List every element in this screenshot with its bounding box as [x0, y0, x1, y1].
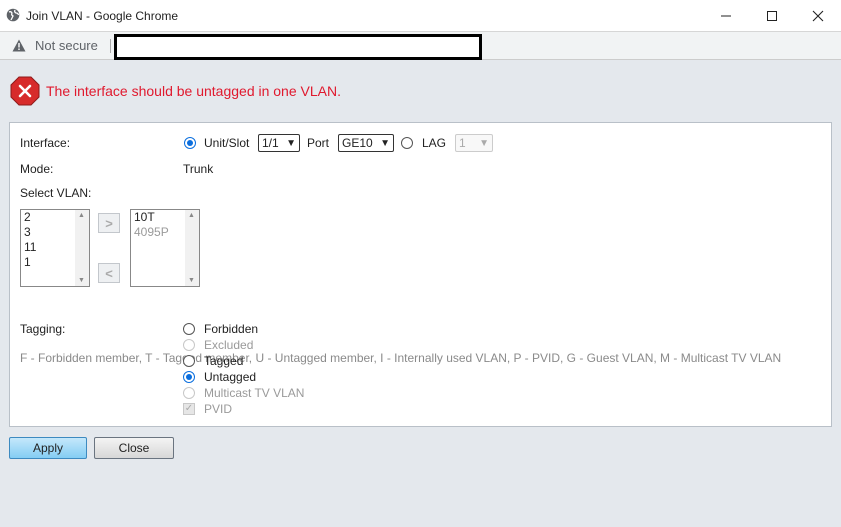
move-left-button[interactable]: <	[98, 263, 120, 283]
scrollbar[interactable]: ▲ ▼	[185, 210, 199, 286]
chevron-right-icon: >	[105, 215, 113, 231]
mode-value: Trunk	[183, 162, 214, 176]
unit-slot-select[interactable]: 1/1 ▼	[258, 134, 300, 152]
join-vlan-form: Interface: Unit/Slot 1/1 ▼ Port GE10 ▼ L…	[9, 122, 832, 427]
tagged-label: Tagged	[204, 354, 244, 368]
port-select[interactable]: GE10 ▼	[338, 134, 394, 152]
dialog-content: The interface should be untagged in one …	[0, 60, 841, 527]
unit-slot-label: Unit/Slot	[204, 136, 250, 150]
chevron-down-icon: ▼	[286, 138, 296, 149]
minimize-button[interactable]	[703, 0, 749, 31]
error-icon	[10, 76, 40, 106]
title-bar: Join VLAN - Google Chrome	[0, 0, 841, 32]
chevron-down-icon: ▼	[380, 138, 390, 149]
tagging-label: Tagging:	[20, 322, 66, 336]
tagged-radio[interactable]	[183, 355, 195, 367]
port-value: GE10	[342, 136, 373, 150]
unit-slot-value: 1/1	[262, 136, 279, 150]
excluded-label: Excluded	[204, 338, 254, 352]
close-button[interactable]: Close	[94, 437, 174, 459]
minimize-icon	[721, 15, 731, 16]
address-bar: Not secure	[0, 32, 841, 60]
pvid-label: PVID	[204, 402, 233, 416]
forbidden-radio[interactable]	[183, 323, 195, 335]
mode-label: Mode:	[20, 162, 54, 176]
scroll-up-icon: ▲	[78, 212, 85, 219]
chevron-left-icon: <	[105, 265, 113, 281]
scroll-down-icon: ▼	[188, 277, 195, 284]
error-message: The interface should be untagged in one …	[46, 83, 341, 99]
scrollbar[interactable]: ▲ ▼	[75, 210, 89, 286]
maximize-button[interactable]	[749, 0, 795, 31]
multicast-tv-vlan-radio	[183, 387, 195, 399]
pvid-checkbox: ✓	[183, 403, 195, 415]
url-field[interactable]	[114, 34, 482, 60]
move-right-button[interactable]: >	[98, 213, 120, 233]
chevron-down-icon: ▼	[479, 138, 489, 149]
untagged-radio[interactable]	[183, 371, 195, 383]
security-status[interactable]: Not secure	[35, 38, 98, 53]
close-icon	[812, 10, 824, 21]
untagged-label: Untagged	[204, 370, 257, 384]
multicast-tv-vlan-label: Multicast TV VLAN	[204, 386, 305, 400]
address-separator	[110, 39, 111, 53]
lag-select[interactable]: 1 ▼	[455, 134, 493, 152]
unit-slot-radio[interactable]	[184, 137, 196, 149]
lag-radio[interactable]	[401, 137, 413, 149]
excluded-radio	[183, 339, 195, 351]
membership-legend: F - Forbidden member, T - Tagged member,…	[20, 351, 782, 365]
scroll-down-icon: ▼	[78, 277, 85, 284]
select-vlan-label: Select VLAN:	[20, 186, 92, 200]
selected-vlan-list[interactable]: 10T 4095P ▲ ▼	[130, 209, 200, 287]
available-vlan-list[interactable]: 2 3 11 1 ▲ ▼	[20, 209, 90, 287]
forbidden-label: Forbidden	[204, 322, 259, 336]
port-label: Port	[307, 136, 330, 150]
scroll-up-icon: ▲	[188, 212, 195, 219]
lag-label: LAG	[422, 136, 447, 150]
lag-value: 1	[459, 136, 466, 150]
maximize-icon	[767, 10, 777, 21]
window-title: Join VLAN - Google Chrome	[26, 9, 179, 23]
interface-label: Interface:	[20, 136, 71, 150]
apply-button[interactable]: Apply	[9, 437, 87, 459]
globe-icon	[6, 8, 20, 22]
warning-icon	[12, 39, 26, 52]
close-window-button[interactable]	[795, 0, 841, 31]
